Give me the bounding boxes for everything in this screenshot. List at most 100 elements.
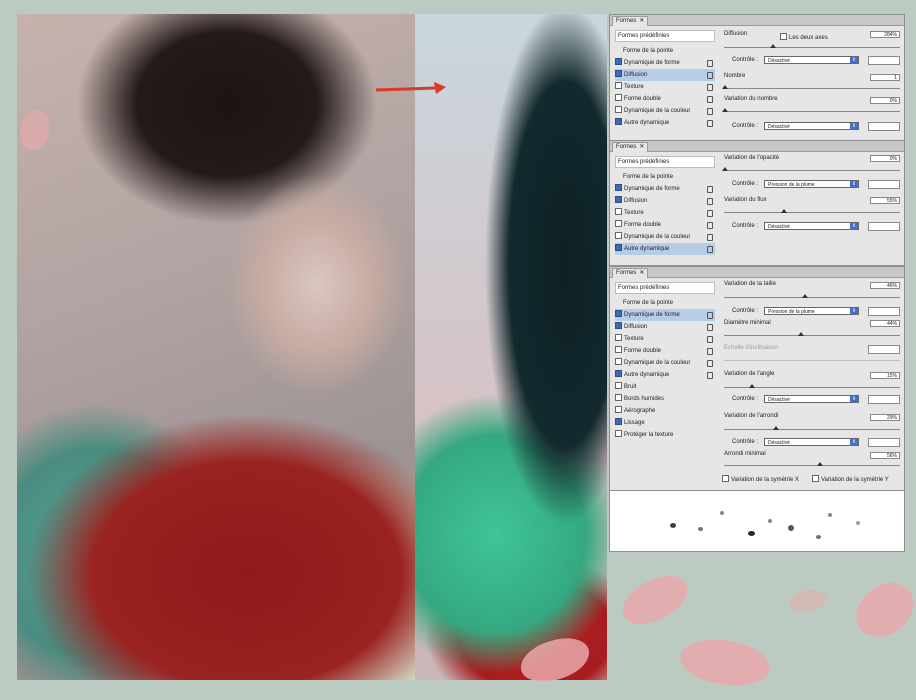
opacite-slider[interactable] [722,167,900,171]
slider-knob[interactable] [722,108,728,112]
setting-row[interactable]: Forme double [615,219,715,231]
setting-row[interactable]: Autre dynamique [615,369,715,381]
lock-icon[interactable] [707,210,713,217]
checkbox[interactable] [722,474,729,482]
diametre-slider[interactable] [724,332,900,336]
lock-icon[interactable] [707,186,713,193]
nombre-slider[interactable] [722,85,900,89]
checkbox[interactable] [615,69,622,77]
lock-icon[interactable] [707,348,713,355]
setting-row[interactable]: Forme double [615,93,715,105]
checkbox[interactable] [615,219,622,227]
lock-icon[interactable] [707,324,713,331]
close-icon[interactable]: ✕ [639,270,644,276]
slider-knob[interactable] [722,85,728,89]
arrondi-slider[interactable] [724,426,900,430]
setting-row[interactable]: Forme de la pointe [615,45,715,57]
controle2-field[interactable] [868,122,900,131]
lock-icon[interactable] [707,120,713,127]
lock-icon[interactable] [707,312,713,319]
arrondi-value[interactable]: 29% [870,414,900,421]
opacite-value[interactable]: 0% [870,155,900,162]
setting-row[interactable]: Protéger la texture [615,429,715,441]
lock-icon[interactable] [707,234,713,241]
checkbox[interactable] [615,333,622,341]
setting-row[interactable]: Texture [615,207,715,219]
setting-row[interactable]: Forme double [615,345,715,357]
variation-nombre-value[interactable]: 0% [870,97,900,104]
tab-formes[interactable]: Formes ✕ [612,16,649,26]
controle3-select[interactable]: Désactivé ⇕ [764,438,859,446]
lock-icon[interactable] [707,108,713,115]
diffusion-slider[interactable] [724,44,900,48]
slider-knob[interactable] [802,294,808,298]
slider-knob[interactable] [798,332,804,336]
presets-header[interactable]: Formes prédéfinies [615,282,715,294]
checkbox[interactable] [615,405,622,413]
setting-row[interactable]: Dynamique de la couleur [615,231,715,243]
sym-x-checkbox[interactable]: Variation de la symétrie X [722,474,799,486]
checkbox[interactable] [615,321,622,329]
arrondi-min-value[interactable]: 56% [870,452,900,459]
checkbox[interactable] [615,81,622,89]
lock-icon[interactable] [707,84,713,91]
close-icon[interactable]: ✕ [639,144,644,150]
checkbox[interactable] [780,32,787,40]
setting-row[interactable]: Diffusion [615,195,715,207]
checkbox[interactable] [615,393,622,401]
lock-icon[interactable] [707,60,713,67]
echelle-slider[interactable] [724,360,900,361]
slider-knob[interactable] [770,44,776,48]
lock-icon[interactable] [707,198,713,205]
checkbox[interactable] [615,429,622,437]
checkbox[interactable] [615,309,622,317]
tab-formes[interactable]: Formes ✕ [612,142,649,152]
checkbox[interactable] [812,474,819,482]
setting-row[interactable]: Texture [615,81,715,93]
controle2-select[interactable]: Désactivé ⇕ [764,122,859,130]
close-icon[interactable]: ✕ [639,18,644,24]
setting-row[interactable]: Bruit [615,381,715,393]
controle-field[interactable] [868,307,900,316]
setting-row[interactable]: Dynamique de forme [615,309,715,321]
controle3-field[interactable] [868,438,900,447]
checkbox[interactable] [615,231,622,239]
echelle-field[interactable] [868,345,900,354]
diametre-value[interactable]: 44% [870,320,900,327]
setting-row[interactable]: Texture [615,333,715,345]
taille-value[interactable]: 46% [870,282,900,289]
presets-header[interactable]: Formes prédéfinies [615,156,715,168]
lock-icon[interactable] [707,222,713,229]
nombre-value[interactable]: 1 [870,74,900,81]
lock-icon[interactable] [707,336,713,343]
flux-slider[interactable] [724,209,900,213]
slider-knob[interactable] [773,426,779,430]
controle-select[interactable]: Pression de la plume ⇕ [764,307,859,315]
setting-row[interactable]: Bords humides [615,393,715,405]
angle-slider[interactable] [724,384,900,388]
setting-row[interactable]: Dynamique de la couleur [615,357,715,369]
checkbox[interactable] [615,417,622,425]
lock-icon[interactable] [707,72,713,79]
lock-icon[interactable] [707,372,713,379]
setting-row[interactable]: Diffusion [615,321,715,333]
checkbox[interactable] [615,57,622,65]
arrondi-min-slider[interactable] [724,462,900,466]
controle-field[interactable] [868,56,900,65]
controle2-field[interactable] [868,222,900,231]
setting-row[interactable]: Autre dynamique [615,243,715,255]
slider-knob[interactable] [781,209,787,213]
setting-row[interactable]: Forme de la pointe [615,297,715,309]
setting-row[interactable]: Lissage [615,417,715,429]
setting-row[interactable]: Autre dynamique [615,117,715,129]
checkbox[interactable] [615,345,622,353]
tab-formes[interactable]: Formes ✕ [612,268,649,278]
flux-value[interactable]: 55% [870,197,900,204]
presets-header[interactable]: Formes prédéfinies [615,30,715,42]
taille-slider[interactable] [724,294,900,298]
lock-icon[interactable] [707,360,713,367]
controle-field[interactable] [868,180,900,189]
controle2-field[interactable] [868,395,900,404]
angle-value[interactable]: 15% [870,372,900,379]
variation-nombre-slider[interactable] [722,108,900,112]
